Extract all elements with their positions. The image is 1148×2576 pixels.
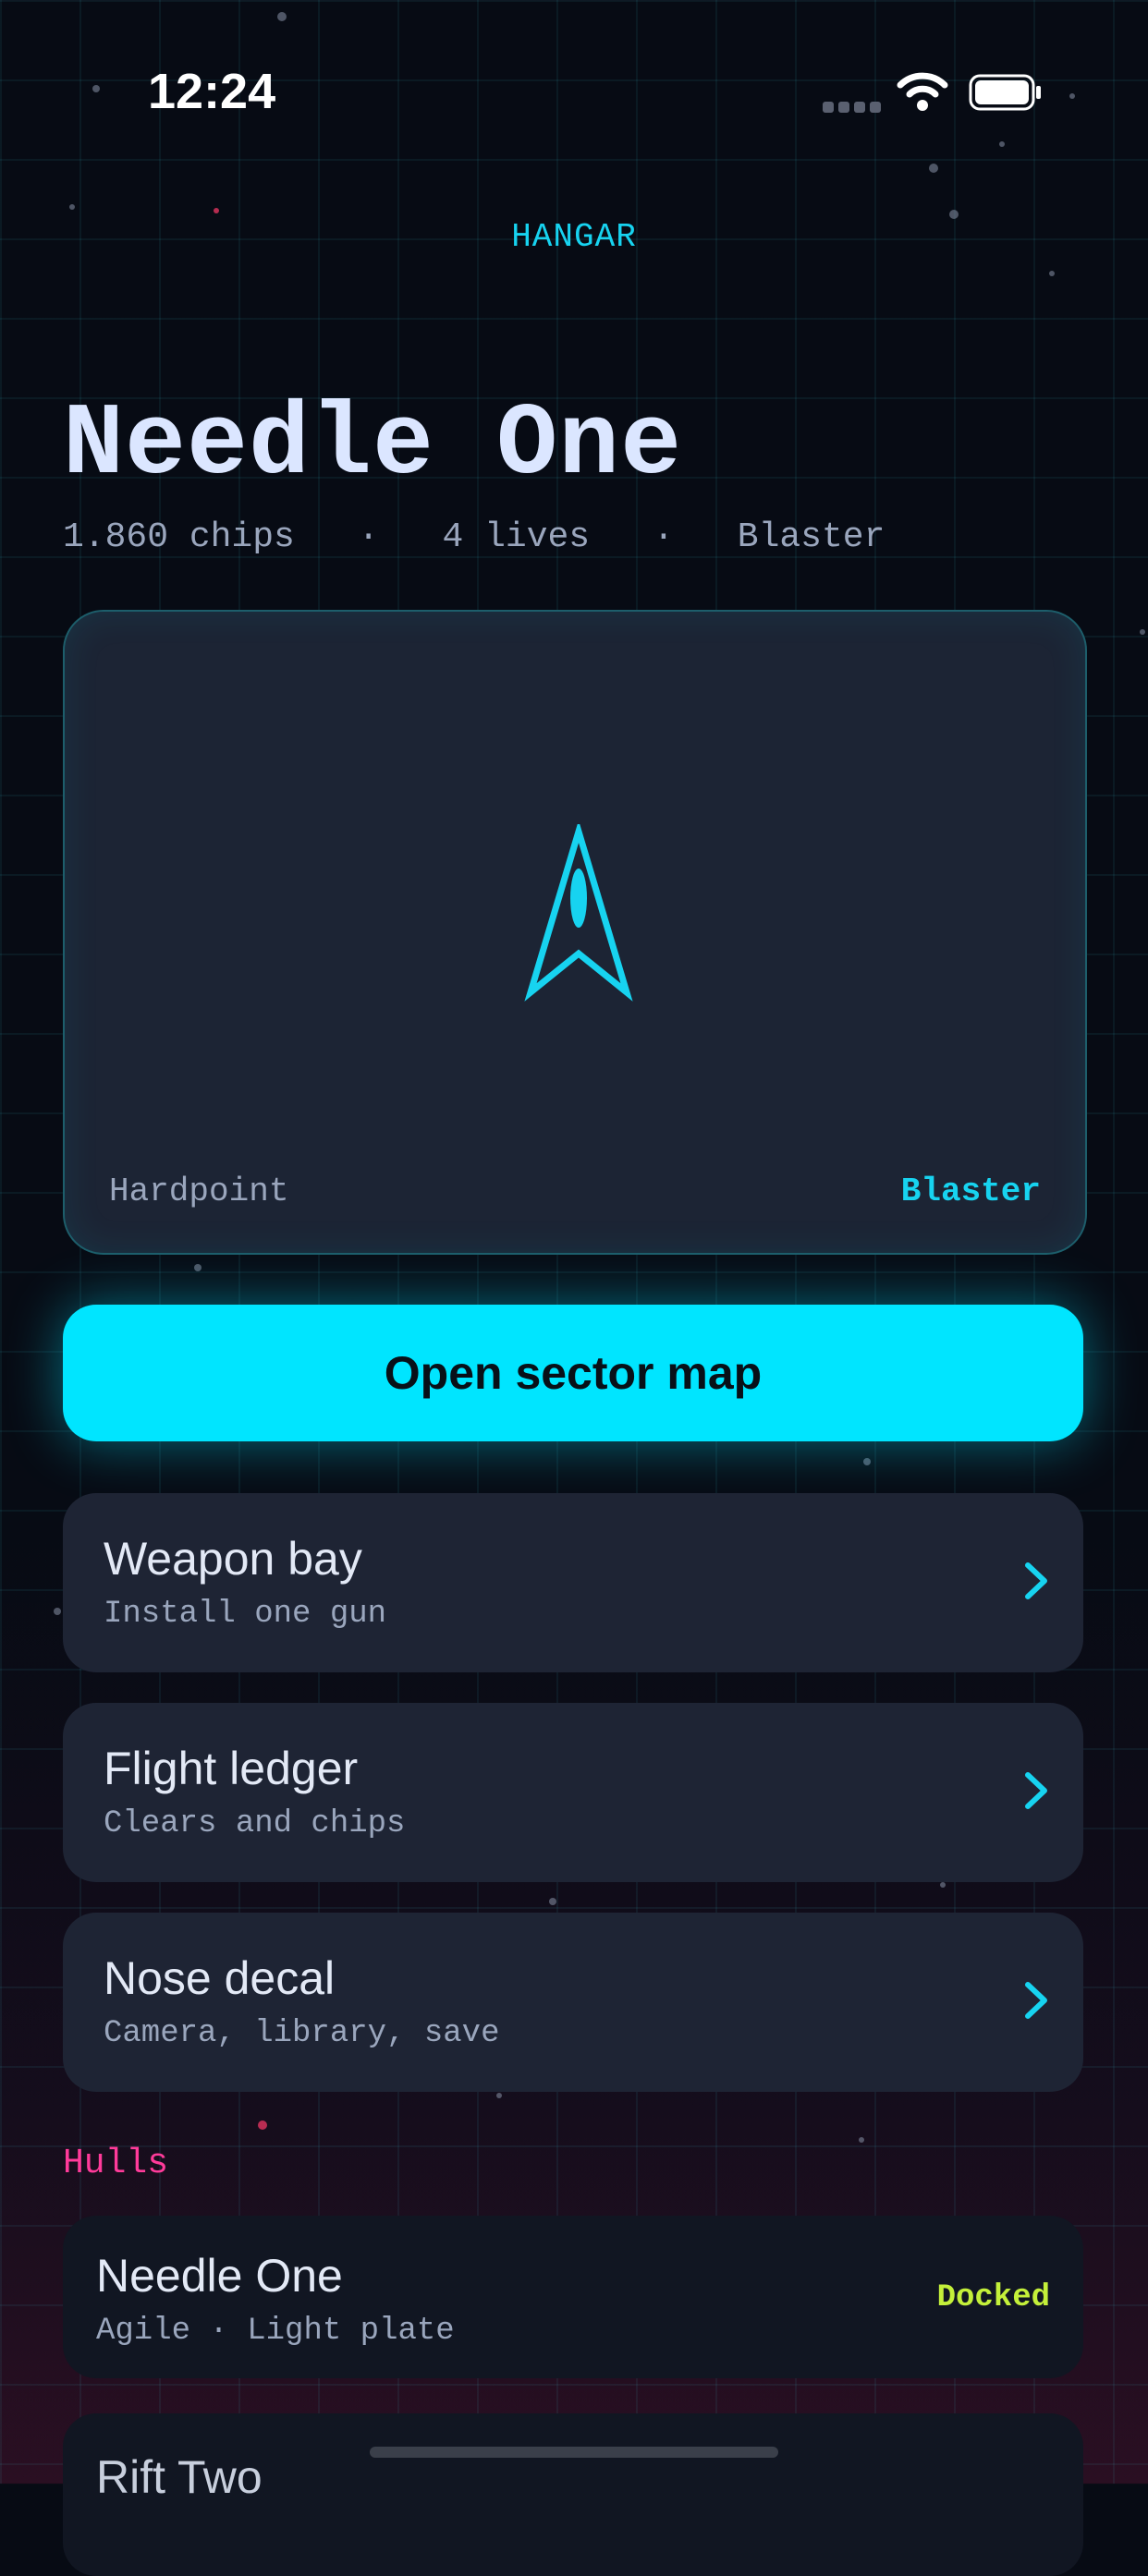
signal-icon (823, 102, 881, 113)
hull-trait: Agile (96, 2314, 191, 2349)
hull-card-rift-two[interactable]: Rift Two (63, 2413, 1083, 2576)
chevron-right-icon (1025, 1772, 1047, 1809)
menu-item-title: Nose decal (104, 1952, 336, 2004)
menu-item-subtitle: Install one gun (104, 1597, 387, 1632)
status-bar: 12:24 (0, 55, 1148, 129)
chevron-right-icon (1025, 1562, 1047, 1599)
wifi-icon (897, 72, 948, 111)
equipped-weapon: Blaster (737, 517, 885, 557)
menu-item-weapon-bay[interactable]: Weapon bay Install one gun (63, 1493, 1083, 1672)
hulls-section-label: Hulls (63, 2144, 169, 2183)
hull-status-badge: Docked (936, 2280, 1050, 2315)
home-indicator[interactable] (370, 2447, 778, 2458)
hull-name: Needle One (96, 2250, 343, 2302)
menu-item-title: Weapon bay (104, 1533, 362, 1585)
menu-item-title: Flight ledger (104, 1743, 359, 1794)
hull-name: Rift Two (96, 2451, 263, 2503)
open-sector-map-button[interactable]: Open sector map (63, 1305, 1083, 1441)
ship-preview-card: Hardpoint Blaster (63, 610, 1087, 1255)
hardpoint-label: Hardpoint (109, 1173, 289, 1210)
chips-count: 1.860 chips (63, 517, 295, 557)
menu-item-subtitle: Clears and chips (104, 1806, 406, 1841)
hull-traits: Agile · Light plate (96, 2314, 455, 2349)
status-time: 12:24 (148, 64, 276, 119)
menu-item-nose-decal[interactable]: Nose decal Camera, library, save (63, 1913, 1083, 2092)
hull-card-needle-one[interactable]: Needle One Agile · Light plate Docked (63, 2216, 1083, 2378)
menu-item-subtitle: Camera, library, save (104, 2016, 500, 2051)
hull-armor: Light plate (247, 2314, 455, 2349)
ship-name: Needle One (63, 388, 683, 504)
chevron-right-icon (1025, 1982, 1047, 2019)
page-title: HANGAR (511, 218, 637, 256)
lives-count: 4 lives (442, 517, 591, 557)
menu-item-flight-ledger[interactable]: Flight ledger Clears and chips (63, 1703, 1083, 1882)
arrowhead-ship-icon (524, 824, 633, 1002)
ship-stats: 1.860 chips · 4 lives · Blaster (63, 517, 885, 557)
battery-icon (969, 74, 1041, 111)
hardpoint-value: Blaster (900, 1173, 1041, 1210)
